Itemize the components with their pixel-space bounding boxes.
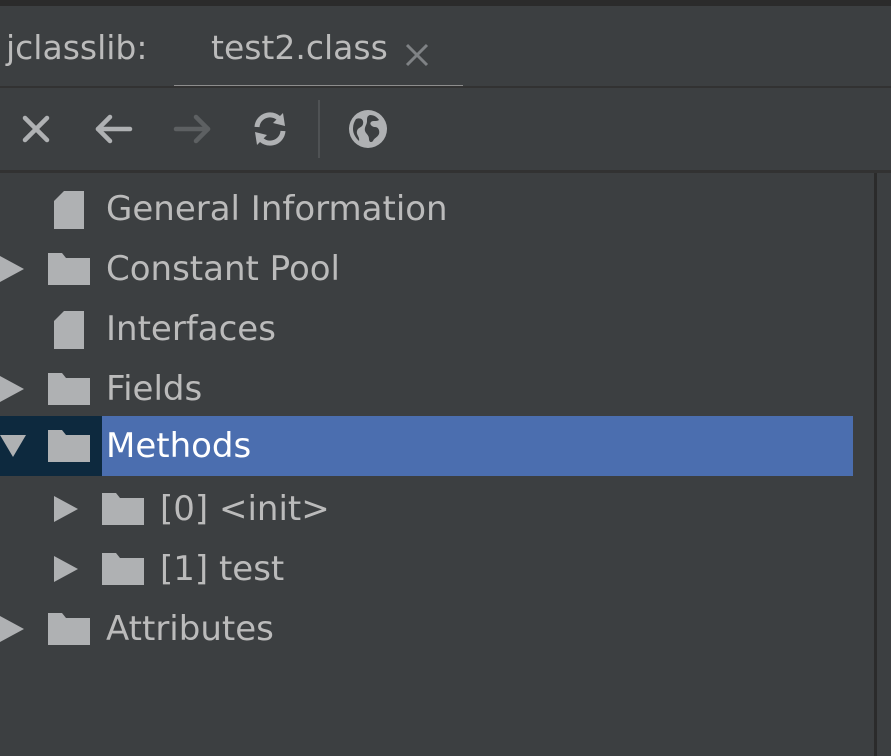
tree-item-label: Methods bbox=[106, 426, 252, 466]
tree-item-label: Fields bbox=[106, 369, 203, 409]
expand-arrow-icon[interactable] bbox=[54, 556, 80, 582]
tree-item-method-init[interactable]: [0] <init> bbox=[0, 479, 853, 539]
refresh-icon bbox=[254, 112, 286, 146]
toolbar bbox=[0, 88, 891, 170]
tree-item-general-information[interactable]: General Information bbox=[0, 179, 853, 239]
back-button[interactable] bbox=[90, 106, 136, 152]
expand-arrow-icon[interactable] bbox=[0, 256, 26, 282]
toolbar-separator bbox=[318, 100, 320, 158]
close-icon[interactable] bbox=[402, 40, 432, 70]
folder-icon bbox=[46, 428, 92, 464]
tree-item-label: Attributes bbox=[106, 609, 274, 649]
expand-arrow-icon[interactable] bbox=[0, 376, 26, 402]
expand-arrow-icon[interactable] bbox=[54, 496, 80, 522]
globe-icon bbox=[349, 110, 387, 148]
tab-test2-class[interactable]: test2.class bbox=[174, 12, 463, 92]
jclasslib-window: jclasslib: test2.class General Informati… bbox=[0, 0, 891, 756]
browser-button[interactable] bbox=[345, 106, 391, 152]
detail-pane bbox=[877, 173, 891, 756]
folder-icon bbox=[46, 371, 92, 407]
tab-label: test2.class bbox=[211, 28, 388, 67]
tree-item-label: [0] <init> bbox=[160, 489, 330, 529]
tree-item-label: Interfaces bbox=[106, 309, 276, 349]
expand-arrow-icon[interactable] bbox=[0, 616, 26, 642]
tree-item-methods[interactable]: Methods bbox=[0, 416, 853, 476]
tree-item-constant-pool[interactable]: Constant Pool bbox=[0, 239, 853, 299]
folder-icon bbox=[46, 251, 92, 287]
refresh-button[interactable] bbox=[247, 106, 293, 152]
arrow-right-icon bbox=[173, 114, 211, 144]
forward-button[interactable] bbox=[170, 106, 216, 152]
class-structure-tree: General Information Constant Pool Interf… bbox=[0, 173, 874, 756]
tree-item-label: General Information bbox=[106, 189, 448, 229]
tree-item-label: [1] test bbox=[160, 549, 285, 589]
folder-icon bbox=[100, 551, 146, 587]
tree-item-interfaces[interactable]: Interfaces bbox=[0, 299, 853, 359]
app-label: jclasslib: bbox=[6, 28, 148, 67]
tree-item-label: Constant Pool bbox=[106, 249, 340, 289]
tree-item-fields[interactable]: Fields bbox=[0, 359, 853, 419]
tab-bar: jclasslib: test2.class bbox=[0, 6, 891, 92]
close-button[interactable] bbox=[13, 106, 59, 152]
close-icon bbox=[22, 115, 50, 143]
folder-icon bbox=[46, 611, 92, 647]
folder-icon bbox=[100, 491, 146, 527]
file-icon bbox=[46, 191, 92, 229]
tree-item-method-test[interactable]: [1] test bbox=[0, 539, 853, 599]
arrow-left-icon bbox=[95, 114, 133, 144]
tree-item-attributes[interactable]: Attributes bbox=[0, 599, 853, 659]
collapse-arrow-icon[interactable] bbox=[0, 433, 26, 459]
file-icon bbox=[46, 311, 92, 349]
